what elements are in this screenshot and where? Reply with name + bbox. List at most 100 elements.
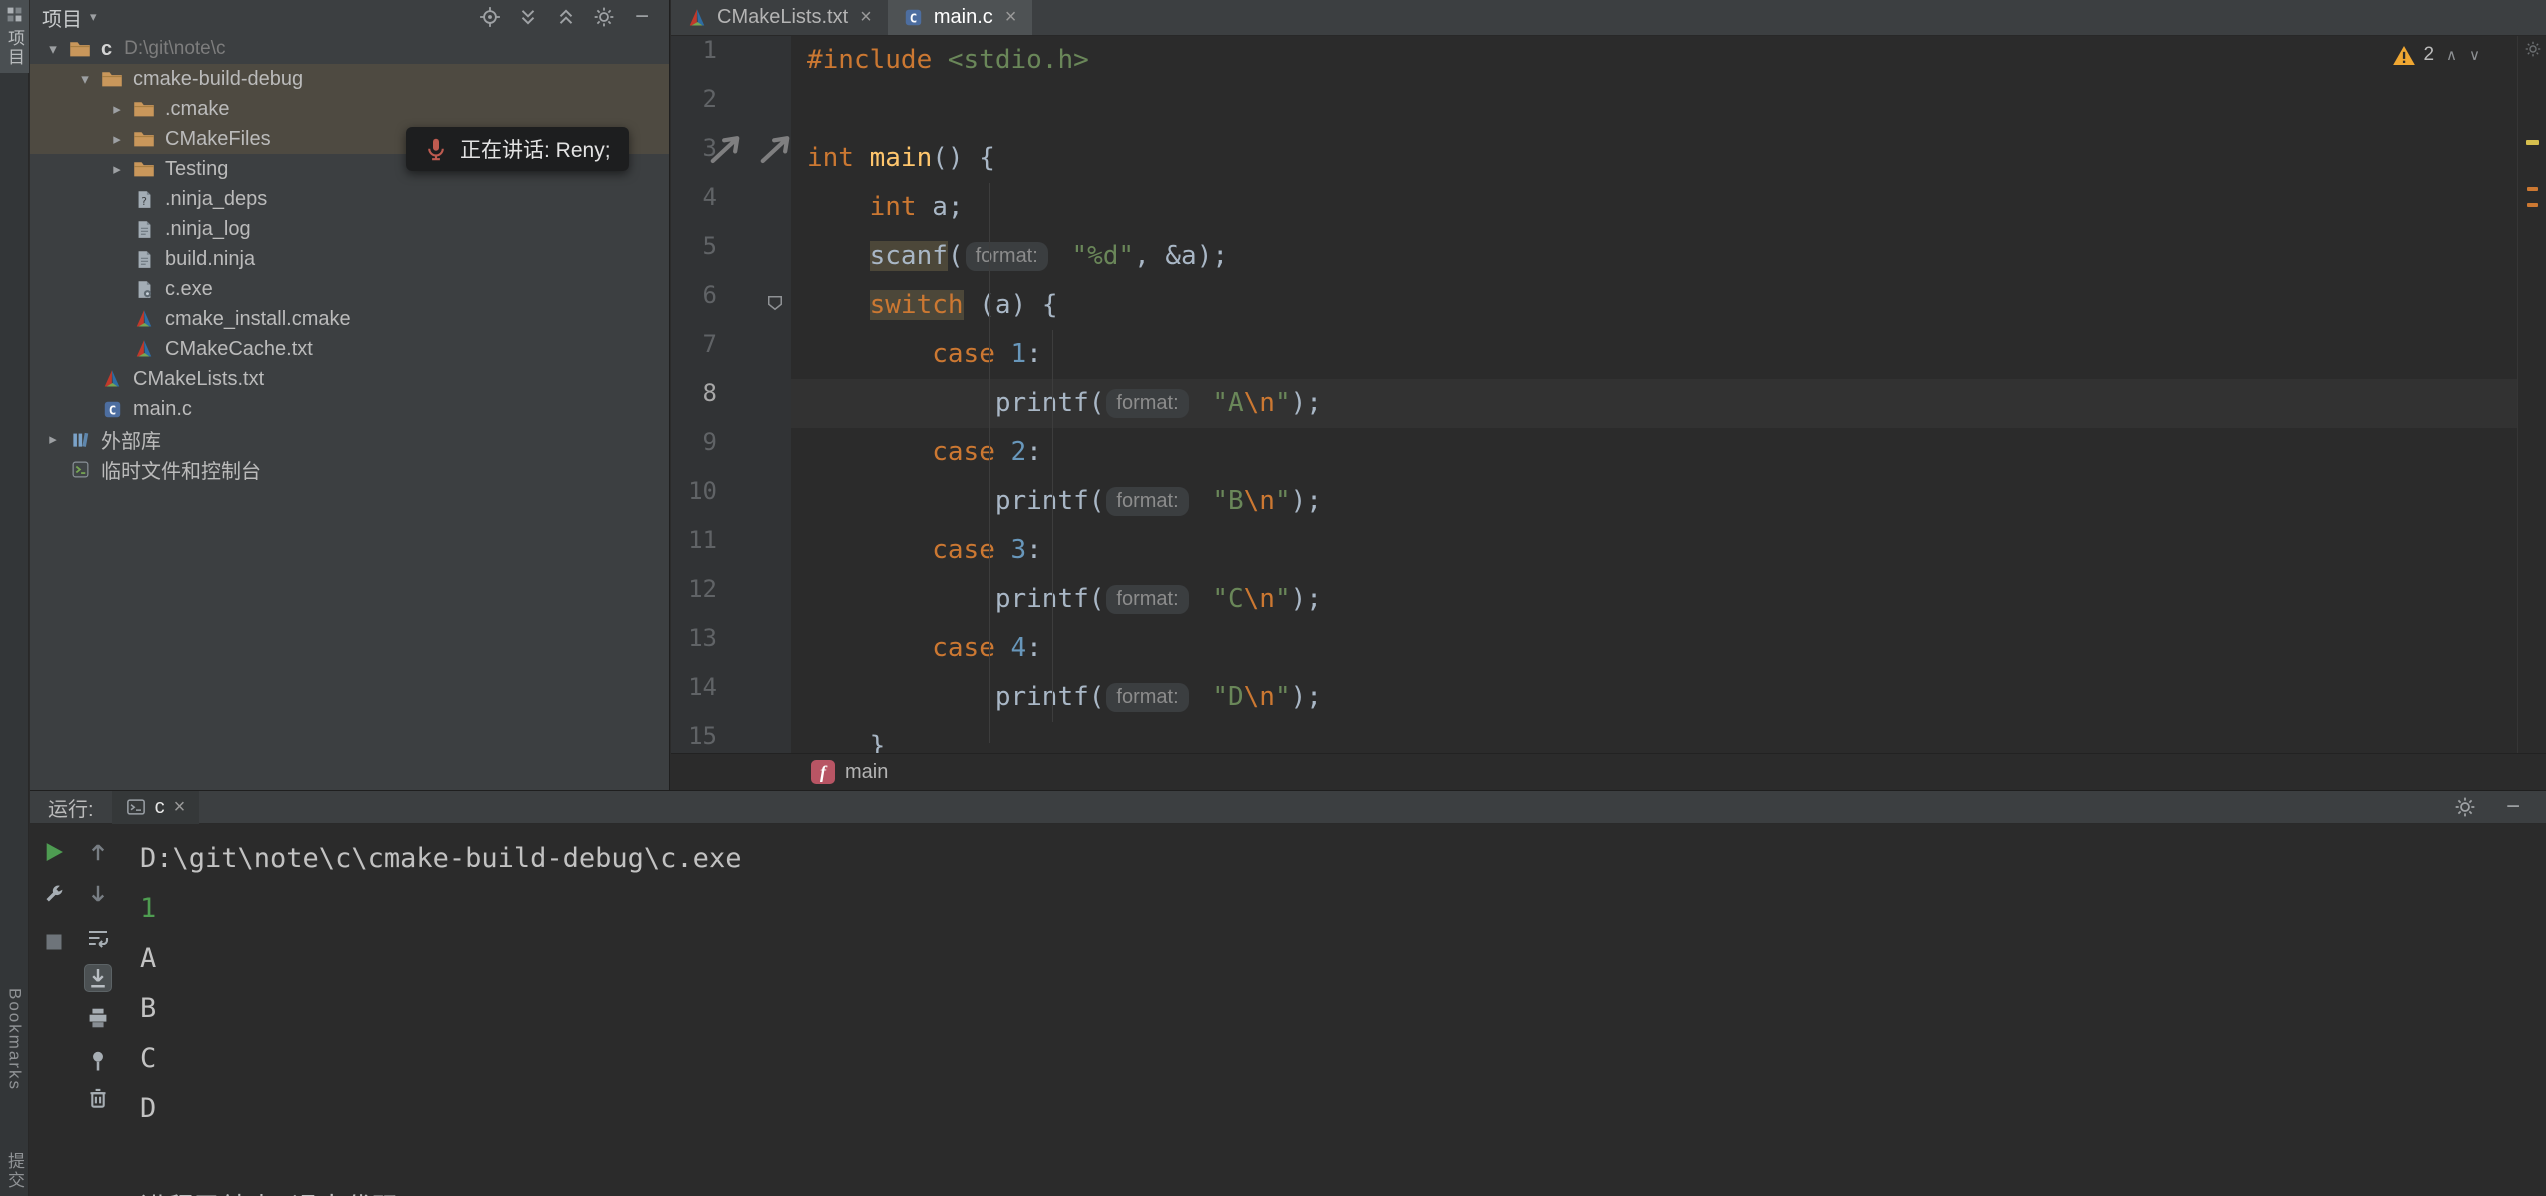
stripe-button-bookmarks[interactable]: Bookmarks	[0, 988, 29, 1091]
parameter-hint-inlay[interactable]: format:	[1106, 389, 1188, 418]
code-line-15[interactable]: }	[791, 722, 2517, 753]
tree-row-cmakecache-txt[interactable]: CMakeCache.txt	[30, 334, 669, 364]
code-line-7[interactable]: case 1:	[791, 330, 2517, 379]
close-icon[interactable]: ×	[174, 796, 186, 819]
line-number[interactable]: 1	[671, 36, 791, 85]
down-button[interactable]	[84, 880, 112, 908]
c-file-icon: C	[100, 398, 124, 420]
stop-button[interactable]	[40, 928, 68, 956]
line-number[interactable]: 10	[671, 477, 791, 526]
code-line-12[interactable]: printf(format: "C\n");	[791, 575, 2517, 624]
code-line-13[interactable]: case 4:	[791, 624, 2517, 673]
parameter-hint-inlay[interactable]: format:	[1106, 487, 1188, 516]
chevron-right-icon[interactable]: ▸	[102, 160, 132, 178]
code-line-9[interactable]: case 2:	[791, 428, 2517, 477]
tree-row-main-c[interactable]: Cmain.c	[30, 394, 669, 424]
overlay-arrow-icon[interactable]	[754, 126, 796, 168]
panel-settings-button[interactable]	[585, 4, 623, 30]
code-line-3[interactable]: int main() {	[791, 134, 2517, 183]
code-line-10[interactable]: printf(format: "B\n");	[791, 477, 2517, 526]
line-number[interactable]: 7	[671, 330, 791, 379]
tree-row-dot-cmake[interactable]: ▸.cmake	[30, 94, 669, 124]
collapse-all-button[interactable]	[547, 4, 585, 30]
chevron-right-icon[interactable]: ▸	[102, 130, 132, 148]
parameter-hint-inlay[interactable]: format:	[966, 242, 1048, 271]
soft-wrap-button[interactable]	[84, 924, 112, 952]
chevron-down-icon[interactable]: ▾	[38, 40, 68, 58]
chevron-down-icon[interactable]: ▾	[70, 70, 100, 88]
fold-region-icon[interactable]	[765, 293, 785, 313]
run-console[interactable]: D:\git\note\c\cmake-build-debug\c.exe1AB…	[140, 824, 2546, 1196]
library-icon	[68, 428, 92, 450]
line-number[interactable]: 5	[671, 232, 791, 281]
breadcrumb-item-main[interactable]: main	[845, 761, 888, 784]
tree-row-cmakelists-txt[interactable]: CMakeLists.txt	[30, 364, 669, 394]
hide-run-panel-button[interactable]: −	[2506, 797, 2520, 817]
stripe-button-project[interactable]: 项目	[0, 0, 29, 73]
stripe-mark[interactable]	[2527, 187, 2538, 191]
print-button[interactable]	[84, 1004, 112, 1032]
line-number[interactable]: 11	[671, 526, 791, 575]
run-tool-window: 运行: c × − D:\git\note\c\cmake-build-debu…	[30, 790, 2546, 1196]
close-icon[interactable]: ×	[860, 6, 872, 29]
tab-main-c[interactable]: C main.c ×	[888, 0, 1033, 35]
inspections-widget[interactable]: 2 ∧ ∨	[2393, 44, 2480, 66]
tree-row-ninja-deps[interactable]: ?.ninja_deps	[30, 184, 669, 214]
stripe-button-commit[interactable]: 提交	[0, 1152, 29, 1190]
code-editor[interactable]: 123456789101112131415 #include <stdio.h>…	[671, 36, 2517, 753]
expand-all-button[interactable]	[509, 4, 547, 30]
tree-row-build-ninja[interactable]: build.ninja	[30, 244, 669, 274]
tree-row-ninja-log[interactable]: .ninja_log	[30, 214, 669, 244]
project-panel-header: 项目 ▾ −	[30, 0, 669, 34]
chevron-right-icon[interactable]: ▸	[102, 100, 132, 118]
stripe-mark[interactable]	[2527, 203, 2538, 207]
code-token: 3	[1011, 535, 1027, 565]
tree-row-cmake-install-cmake[interactable]: cmake_install.cmake	[30, 304, 669, 334]
run-settings-button[interactable]	[2454, 796, 2476, 818]
previous-problem-icon[interactable]: ∧	[2446, 46, 2457, 64]
build-button[interactable]	[40, 880, 68, 908]
tree-row-cmake-build-debug[interactable]: ▾cmake-build-debug	[30, 64, 669, 94]
run-tab-c[interactable]: c ×	[112, 791, 200, 824]
code-line-5[interactable]: scanf(format: "%d", &a);	[791, 232, 2517, 281]
code-line-8[interactable]: printf(format: "A\n");	[791, 379, 2517, 428]
parameter-hint-inlay[interactable]: format:	[1106, 585, 1188, 614]
line-number[interactable]: 14	[671, 673, 791, 722]
hide-panel-button[interactable]: −	[623, 4, 661, 30]
tree-row-project-root[interactable]: ▾cD:\git\note\c	[30, 34, 669, 64]
clear-button[interactable]	[84, 1084, 112, 1112]
code-line-11[interactable]: case 3:	[791, 526, 2517, 575]
line-number[interactable]: 15	[671, 722, 791, 753]
code-line-4[interactable]: int a;	[791, 183, 2517, 232]
code-line-1[interactable]: #include <stdio.h>	[791, 36, 2517, 85]
pin-button[interactable]	[84, 1046, 112, 1074]
tree-row-external-libraries[interactable]: ▸外部库	[30, 424, 669, 454]
stripe-settings-icon[interactable]	[2524, 40, 2542, 58]
line-number[interactable]: 8	[671, 379, 791, 428]
code-content[interactable]: #include <stdio.h> int main() { int a; sc…	[791, 36, 2517, 753]
locate-file-button[interactable]	[471, 4, 509, 30]
tab-cmakelists-txt[interactable]: CMakeLists.txt ×	[671, 0, 888, 35]
rerun-button[interactable]	[40, 838, 68, 866]
function-icon: f	[811, 760, 835, 784]
next-problem-icon[interactable]: ∨	[2469, 46, 2480, 64]
tree-row-c-exe[interactable]: c.exe	[30, 274, 669, 304]
chevron-right-icon[interactable]: ▸	[38, 430, 68, 448]
warning-stripe-mark[interactable]	[2526, 140, 2539, 145]
overlay-arrow-icon[interactable]	[704, 126, 746, 168]
close-icon[interactable]: ×	[1005, 6, 1017, 29]
line-number[interactable]: 4	[671, 183, 791, 232]
scroll-to-end-button[interactable]	[84, 964, 112, 992]
line-number[interactable]: 12	[671, 575, 791, 624]
code-line-2[interactable]	[791, 85, 2517, 134]
tree-row-scratches-and-consoles[interactable]: 临时文件和控制台	[30, 454, 669, 484]
line-number[interactable]: 9	[671, 428, 791, 477]
line-number[interactable]: 13	[671, 624, 791, 673]
project-panel-title[interactable]: 项目	[42, 3, 82, 32]
code-line-6[interactable]: switch (a) {	[791, 281, 2517, 330]
up-button[interactable]	[84, 838, 112, 866]
parameter-hint-inlay[interactable]: format:	[1106, 683, 1188, 712]
error-stripe[interactable]	[2517, 36, 2546, 790]
code-line-14[interactable]: printf(format: "D\n");	[791, 673, 2517, 722]
code-token: \n	[1244, 682, 1275, 712]
